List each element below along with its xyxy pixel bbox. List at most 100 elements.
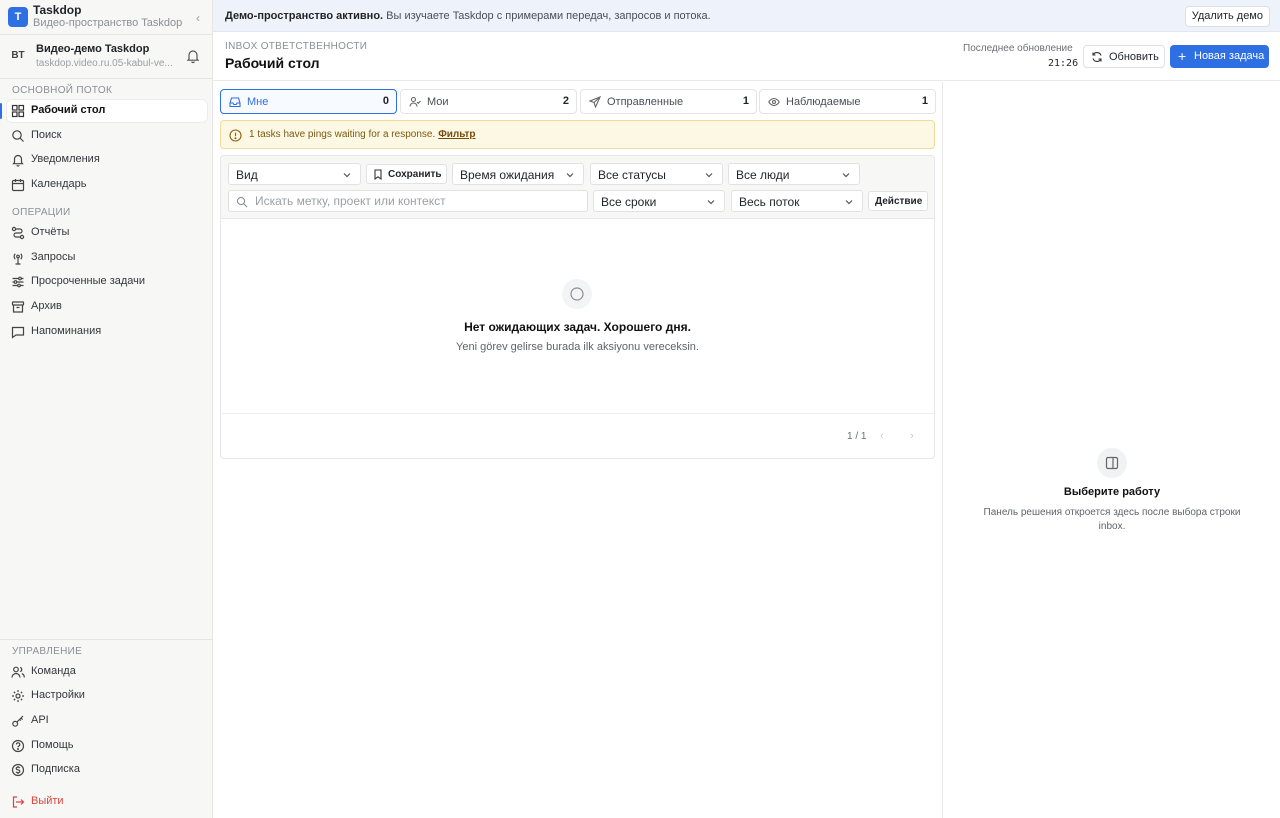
refresh-button[interactable]: Обновить — [1083, 45, 1165, 68]
chevron-down-icon — [343, 173, 351, 178]
divider — [0, 639, 213, 640]
collapse-sidebar-button[interactable]: ‹ — [196, 11, 200, 25]
sidebar-item-calendar[interactable]: Календарь — [7, 174, 207, 196]
detail-panel-title: Выберите работу — [1063, 486, 1161, 498]
demo-banner-bold: Демо-пространство активно. — [225, 10, 384, 22]
alert-filter-link[interactable]: Фильтр — [438, 129, 475, 140]
sidebar-item-label: Подписка — [31, 763, 80, 775]
delete-demo-button[interactable]: Удалить демо — [1184, 6, 1270, 27]
demo-banner-text: Демо-пространство активно. Вы изучаете T… — [225, 10, 711, 22]
wait-time-select[interactable]: Время ожидания — [452, 163, 584, 185]
page-title: Рабочий стол — [225, 55, 320, 71]
tab-count: 1 — [742, 95, 749, 107]
sliders-icon — [12, 276, 24, 288]
logout-button[interactable]: Выйти — [7, 791, 207, 813]
brand-logo: T — [8, 7, 28, 27]
gear-icon — [12, 690, 24, 702]
people-select[interactable]: Все люди — [728, 163, 860, 185]
sidebar-item-reports[interactable]: Отчёты — [7, 222, 207, 244]
divider — [221, 413, 934, 414]
chevron-down-icon — [845, 200, 853, 205]
tab-label: Мне — [247, 96, 269, 108]
tab-label: Отправленные — [607, 96, 684, 108]
sidebar-item-label: API — [31, 714, 49, 726]
workspace-url: taskdop.video.ru.05-kabul-ve... — [36, 58, 173, 69]
save-view-label: Сохранить — [388, 169, 442, 180]
search-input[interactable] — [255, 193, 575, 209]
prev-page-button[interactable]: ‹ — [875, 429, 889, 443]
sidebar-item-archive[interactable]: Архив — [7, 296, 207, 318]
deadline-select-value: Все сроки — [601, 195, 657, 209]
new-task-button[interactable]: + Новая задача — [1170, 45, 1269, 68]
view-select-value: Вид — [236, 168, 258, 182]
task-list: Вид Сохранить Время ожидания Все статусы… — [220, 155, 935, 459]
archive-icon — [11, 301, 25, 313]
sidebar-item-subscription[interactable]: Подписка — [7, 759, 207, 781]
chevron-down-icon — [566, 173, 574, 178]
users-icon — [11, 666, 25, 678]
inbox-icon — [229, 97, 241, 108]
divider — [0, 78, 213, 79]
tab-to-me[interactable]: Мне 0 — [220, 89, 397, 114]
sidebar-item-api[interactable]: API — [7, 710, 207, 732]
user-check-icon — [409, 96, 421, 107]
action-button[interactable]: Действие — [868, 191, 928, 211]
search-icon — [12, 130, 24, 142]
bookmark-icon — [374, 169, 382, 180]
sidebar-item-label: Поиск — [31, 129, 62, 141]
section-title-main: ОСНОВНОЙ ПОТОК — [12, 85, 113, 96]
tab-count: 0 — [382, 95, 389, 107]
tab-mine[interactable]: Мои 2 — [400, 89, 577, 114]
send-icon — [589, 96, 601, 108]
tab-count: 2 — [562, 95, 569, 107]
active-indicator — [0, 103, 2, 119]
bell-icon — [12, 154, 24, 167]
deadline-select[interactable]: Все сроки — [593, 190, 725, 212]
sidebar-item-desk[interactable]: Рабочий стол — [7, 100, 207, 122]
demo-banner: Демо-пространство активно. Вы изучаете T… — [213, 0, 1280, 32]
view-select[interactable]: Вид — [228, 163, 361, 185]
workspace-name: Видео-демо Taskdop — [36, 43, 150, 55]
detail-panel-description: Панель решения откроется здесь после выб… — [983, 507, 1241, 532]
sidebar-item-label: Просроченные задачи — [31, 275, 146, 287]
alert-message: 1 tasks have pings waiting for a respons… — [249, 129, 436, 140]
sidebar-item-team[interactable]: Команда — [7, 661, 207, 683]
wait-time-value: Время ожидания — [460, 168, 555, 182]
empty-state-icon — [562, 279, 592, 309]
sidebar-item-overdue[interactable]: Просроченные задачи — [7, 271, 207, 293]
logout-label: Выйти — [31, 795, 64, 807]
sidebar-item-search[interactable]: Поиск — [7, 125, 207, 147]
tab-label: Мои — [427, 96, 449, 108]
sidebar-item-label: Отчёты — [31, 226, 70, 238]
tab-count: 1 — [921, 95, 928, 107]
brand[interactable]: T Taskdop Видео-пространство Taskdop ‹ — [8, 3, 208, 33]
action-label: Действие — [875, 196, 923, 207]
detail-panel: Выберите работу Панель решения откроется… — [942, 82, 1280, 818]
last-updated-time: 21:26 — [1048, 58, 1079, 69]
sidebar-item-settings[interactable]: Настройки — [7, 685, 207, 707]
grid-icon — [11, 104, 25, 118]
alert-text: 1 tasks have pings waiting for a respons… — [249, 129, 476, 140]
tab-sent[interactable]: Отправленные 1 — [580, 89, 757, 114]
sidebar-item-notifications[interactable]: Уведомления — [7, 149, 207, 171]
flow-select-value: Весь поток — [739, 195, 800, 209]
search-icon — [236, 196, 248, 208]
section-title-ops: ОПЕРАЦИИ — [12, 207, 71, 218]
refresh-icon — [1092, 52, 1102, 62]
page-kicker: INBOX ОТВЕТСТВЕННОСТИ — [225, 41, 368, 52]
key-icon — [12, 715, 24, 727]
section-title-admin: УПРАВЛЕНИЕ — [12, 646, 83, 657]
status-select[interactable]: Все статусы — [590, 163, 723, 185]
sidebar-item-requests[interactable]: Запросы — [7, 247, 207, 269]
tab-watched[interactable]: Наблюдаемые 1 — [759, 89, 936, 114]
flow-select[interactable]: Весь поток — [731, 190, 863, 212]
save-view-button[interactable]: Сохранить — [366, 164, 447, 184]
sidebar-item-reminders[interactable]: Напоминания — [7, 321, 207, 343]
search-field[interactable] — [228, 190, 588, 212]
sidebar-item-help[interactable]: Помощь — [7, 735, 207, 757]
bell-icon[interactable] — [185, 48, 201, 64]
next-page-button[interactable]: › — [905, 429, 919, 443]
panel-placeholder-icon — [1097, 448, 1127, 478]
people-select-value: Все люди — [736, 168, 790, 182]
refresh-label: Обновить — [1109, 51, 1159, 63]
